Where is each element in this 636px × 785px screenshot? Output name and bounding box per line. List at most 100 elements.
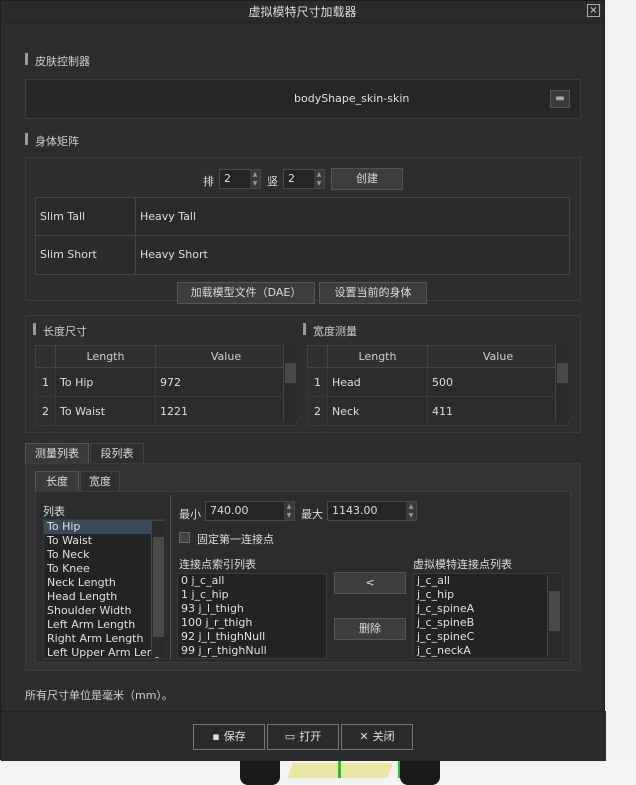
list-item[interactable]: Head Length <box>44 590 164 604</box>
spinner-arrows-icon[interactable]: ▲ ▼ <box>250 170 260 188</box>
create-button[interactable]: 创建 <box>331 168 403 190</box>
table-cell[interactable]: 411 <box>427 396 569 426</box>
table-cell[interactable]: To Hip <box>55 367 156 397</box>
max-spinner[interactable]: 1143.00 ▲ ▼ <box>327 501 417 521</box>
list-item[interactable]: j_c_all <box>414 574 562 588</box>
list-item[interactable]: Left Arm Length <box>44 618 164 632</box>
tab-measure-list[interactable]: 测量列表 <box>25 443 89 463</box>
table-row[interactable]: 2 Neck 411 <box>307 396 569 426</box>
column-header[interactable]: Length <box>55 345 156 368</box>
scroll-thumb[interactable] <box>153 537 164 637</box>
column-header[interactable]: Value <box>427 345 569 368</box>
save-icon: ▪ <box>212 730 220 743</box>
load-dae-button[interactable]: 加载模型文件（DAE） <box>177 282 315 304</box>
row-index: 2 <box>307 396 328 426</box>
list-item[interactable]: j_c_spineC <box>414 630 562 644</box>
body-matrix-grid: Slim Tall Heavy Tall Slim Short Heavy Sh… <box>35 197 570 275</box>
list-item[interactable]: 100 j_r_thigh <box>178 616 326 630</box>
matrix-cell[interactable]: Slim Tall <box>36 198 136 236</box>
close-button[interactable]: ✕ 关闭 <box>341 724 413 750</box>
table-cell[interactable]: 1221 <box>155 396 297 426</box>
tab-width[interactable]: 宽度 <box>80 471 120 491</box>
fix-first-checkbox[interactable] <box>179 532 190 543</box>
table-cell[interactable]: To Waist <box>55 396 156 426</box>
list-item[interactable]: To Knee <box>44 562 164 576</box>
length-scrollbar[interactable] <box>283 345 297 421</box>
close-label: 关闭 <box>372 730 395 743</box>
set-current-body-button[interactable]: 设置当前的身体 <box>319 282 427 304</box>
width-scrollbar[interactable] <box>555 345 569 421</box>
table-cell[interactable]: 972 <box>155 367 297 397</box>
table-row[interactable]: 1 To Hip 972 <box>35 367 297 397</box>
skin-panel: bodyShape_skin-skin ▬ <box>25 79 581 119</box>
spinner-arrows-icon[interactable]: ▲ ▼ <box>406 502 416 520</box>
list-item[interactable]: Right Arm Length <box>44 632 164 646</box>
list-item[interactable]: Shoulder Width <box>44 604 164 618</box>
folder-icon[interactable]: ▬ <box>550 90 570 108</box>
matrix-section-label: 身体矩阵 <box>25 133 79 149</box>
table-row[interactable]: 1 Head 500 <box>307 367 569 397</box>
list-item[interactable]: 0 j_c_all <box>178 574 326 588</box>
close-icon[interactable]: × <box>587 4 600 17</box>
list-item[interactable]: 92 j_l_thighNull <box>178 630 326 644</box>
list-item[interactable]: 93 j_l_thigh <box>178 602 326 616</box>
open-button[interactable]: ▭ 打开 <box>267 724 339 750</box>
max-label: 最大 <box>301 508 323 521</box>
list-label: 列表 <box>43 505 65 518</box>
min-value: 740.00 <box>210 504 249 517</box>
rows-spinner[interactable]: 2 ▲ ▼ <box>219 169 261 189</box>
list-item[interactable]: j_c_spineA <box>414 602 562 616</box>
delete-joint-button[interactable]: 删除 <box>334 618 406 640</box>
rows-value: 2 <box>224 172 231 185</box>
list-item[interactable]: j_c_hip <box>414 588 562 602</box>
fix-first-label: 固定第一连接点 <box>197 533 274 546</box>
list-item[interactable]: To Waist <box>44 534 164 548</box>
open-label: 打开 <box>299 730 322 743</box>
table-cell[interactable]: 500 <box>427 367 569 397</box>
measure-list-scrollbar[interactable] <box>151 521 165 657</box>
cols-label: 竖 <box>267 175 278 188</box>
min-spinner[interactable]: 740.00 ▲ ▼ <box>205 501 295 521</box>
tab-length[interactable]: 长度 <box>35 471 79 491</box>
scroll-thumb[interactable] <box>549 591 560 631</box>
list-item[interactable]: To Hip <box>44 520 164 534</box>
matrix-cell[interactable]: Heavy Short <box>136 236 569 274</box>
model-leg-right <box>400 760 440 785</box>
close-icon: ✕ <box>359 730 369 743</box>
tab-segment-list[interactable]: 段列表 <box>90 443 144 463</box>
skin-section-label: 皮肤控制器 <box>25 53 90 69</box>
list-item[interactable]: Neck Length <box>44 576 164 590</box>
matrix-cell[interactable]: Heavy Tall <box>136 198 569 236</box>
window-title: 虚拟模特尺寸加载器 <box>248 5 357 19</box>
cols-spinner[interactable]: 2 ▲ ▼ <box>283 169 325 189</box>
list-item[interactable]: j_c_spineB <box>414 616 562 630</box>
table-row[interactable]: 2 To Waist 1221 <box>35 396 297 426</box>
loader-window: 虚拟模特尺寸加载器 × 皮肤控制器 bodyShape_skin-skin ▬ … <box>0 0 606 761</box>
list-item[interactable]: Left Upper Arm Leng <box>44 646 164 658</box>
scroll-thumb[interactable] <box>557 363 568 383</box>
model-joint-scrollbar[interactable] <box>547 575 561 657</box>
splitter[interactable] <box>170 495 171 659</box>
list-item[interactable]: 1 j_c_hip <box>178 588 326 602</box>
table-cell[interactable]: Neck <box>327 396 428 426</box>
units-note: 所有尺寸单位是毫米（mm）。 <box>25 689 173 702</box>
scroll-thumb[interactable] <box>285 363 296 383</box>
length-table: Length Value 1 To Hip 972 2 To Waist 122… <box>35 345 297 426</box>
add-joint-button[interactable]: < <box>334 572 406 594</box>
list-item[interactable]: j_c_neckA <box>414 644 562 658</box>
model-leg-left <box>240 760 280 785</box>
skin-field[interactable]: bodyShape_skin-skin <box>294 92 409 105</box>
spinner-arrows-icon[interactable]: ▲ ▼ <box>284 502 294 520</box>
model-joint-label: 虚拟模特连接点列表 <box>413 558 512 571</box>
table-cell[interactable]: Head <box>327 367 428 397</box>
column-header[interactable]: Value <box>155 345 297 368</box>
width-section-label: 宽度测量 <box>303 323 357 339</box>
save-button[interactable]: ▪ 保存 <box>193 724 265 750</box>
column-header[interactable]: Length <box>327 345 428 368</box>
folder-open-icon: ▭ <box>284 730 296 743</box>
width-table: Length Value 1 Head 500 2 Neck 411 <box>307 345 569 426</box>
spinner-arrows-icon[interactable]: ▲ ▼ <box>314 170 324 188</box>
matrix-cell[interactable]: Slim Short <box>36 236 136 274</box>
list-item[interactable]: To Neck <box>44 548 164 562</box>
list-item[interactable]: 99 j_r_thighNull <box>178 644 326 658</box>
